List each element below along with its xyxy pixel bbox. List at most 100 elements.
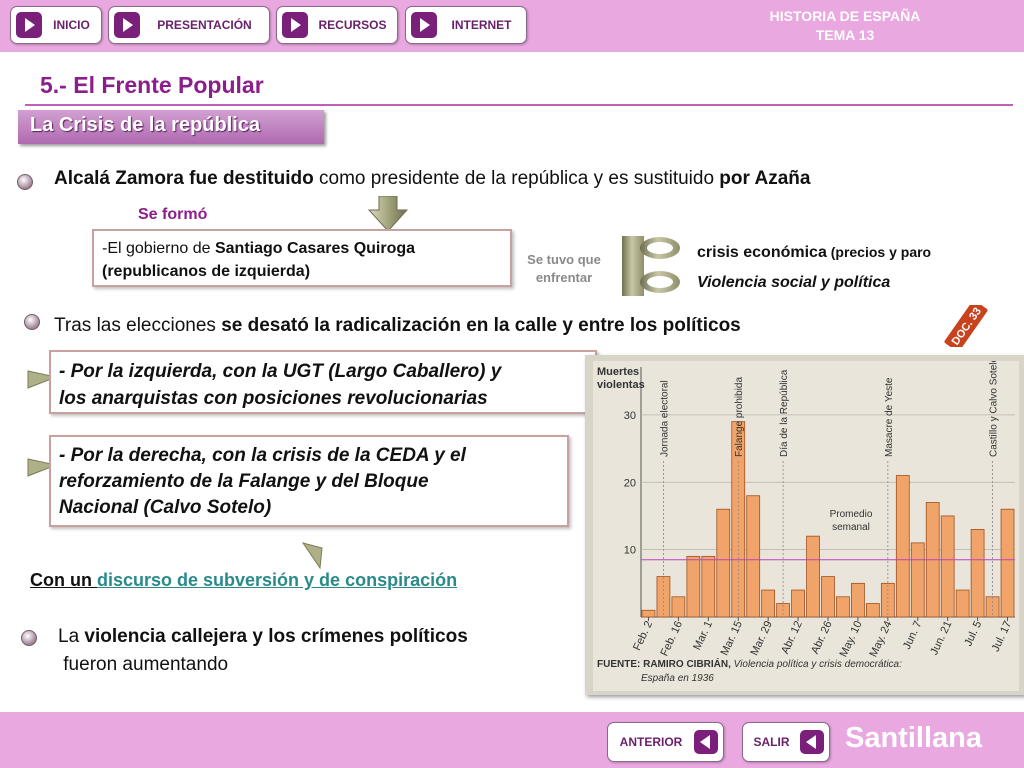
bar bbox=[701, 555, 716, 618]
event-label: Día de la República bbox=[779, 369, 790, 457]
bar bbox=[821, 576, 835, 618]
bar bbox=[970, 529, 985, 618]
x-tick-label: May. 24 bbox=[867, 619, 894, 659]
point-elecciones: Tras las elecciones se desató la radical… bbox=[54, 315, 741, 337]
page-title: 5.- El Frente Popular bbox=[40, 72, 264, 98]
crisis-economica: crisis económica (precios y paro bbox=[697, 244, 931, 262]
bar bbox=[641, 609, 656, 618]
bar bbox=[940, 515, 955, 618]
x-tick-label: Jul. 5 bbox=[962, 619, 984, 648]
y-axis-label: Muertes bbox=[597, 366, 639, 378]
bar bbox=[671, 596, 686, 618]
back-arrow-icon bbox=[800, 730, 824, 754]
bar bbox=[851, 582, 865, 618]
crisis-b1: crisis económica bbox=[697, 244, 827, 261]
point-elecciones-t2: en la calle y entre los políticos bbox=[460, 315, 741, 336]
se-tuvo-label: Se tuvo que enfrentar bbox=[512, 251, 616, 287]
gobierno-b1: Santiago Casares Quiroga bbox=[214, 240, 416, 257]
down-triangle-icon bbox=[301, 542, 323, 570]
x-tick-label: Mar. 1 bbox=[691, 619, 715, 652]
doc-tag: DOC. 33 bbox=[944, 305, 988, 347]
violence-chart: 10 20 30 Muertesviolentas Promedio semanal Jor… bbox=[597, 361, 1015, 684]
y-axis-label: violentas bbox=[597, 379, 645, 391]
event-label: Masacre de Yeste bbox=[884, 377, 895, 457]
x-tick-label: Feb. 16 bbox=[658, 619, 685, 658]
point-alcala-b2: por Azaña bbox=[719, 168, 811, 189]
back-arrow-icon bbox=[694, 730, 718, 754]
play-arrow-icon bbox=[114, 12, 140, 38]
recursos-label: RECURSOS bbox=[318, 18, 387, 32]
bar bbox=[791, 589, 805, 618]
bullet-icon bbox=[24, 314, 40, 330]
event-label: Castillo y Calvo Sotelo asesinados bbox=[989, 361, 1000, 457]
x-tick-label: May. 10 bbox=[838, 619, 865, 659]
x-tick-label: Jul. 17 bbox=[990, 619, 1015, 653]
discurso-line: Con un discurso de subversión y de consp… bbox=[30, 570, 457, 591]
play-arrow-icon bbox=[411, 12, 437, 38]
average-label: Promedio bbox=[830, 509, 873, 520]
x-tick-label: Abr. 26 bbox=[809, 619, 835, 656]
bullet-icon bbox=[21, 630, 37, 646]
event-label: Falange prohibida bbox=[734, 377, 745, 457]
izquierda-line1: - Por la izquierda, con la UGT (Largo Ca… bbox=[59, 361, 502, 382]
down-arrow-icon bbox=[368, 196, 408, 232]
internet-label: INTERNET bbox=[451, 18, 512, 32]
x-tick-label: Mar. 29 bbox=[748, 619, 774, 657]
x-tick-label: Mar. 15 bbox=[719, 619, 745, 657]
bar bbox=[1000, 508, 1015, 618]
bar bbox=[895, 475, 910, 618]
x-tick-label: Jun. 7 bbox=[901, 619, 925, 651]
gobierno-line2: (republicanos de izquierda) bbox=[102, 263, 311, 280]
bar bbox=[880, 582, 895, 618]
anterior-button[interactable]: ANTERIOR bbox=[607, 722, 724, 762]
play-arrow-icon bbox=[282, 12, 308, 38]
average-label: semanal bbox=[832, 522, 870, 533]
event-label: Jornada electoral bbox=[659, 380, 670, 457]
bar bbox=[686, 555, 701, 618]
bar bbox=[761, 589, 776, 618]
discurso-t1: Con un bbox=[30, 570, 97, 590]
brand-logo: Santillana bbox=[845, 722, 982, 754]
source-title: Violencia política y crisis democrática: bbox=[734, 659, 902, 670]
inicio-label: INICIO bbox=[53, 18, 90, 32]
bullet-icon bbox=[17, 174, 33, 190]
bar bbox=[910, 542, 925, 618]
point-alcala-b1: Alcalá Zamora fue destituido bbox=[54, 168, 314, 189]
gobierno-t1: -El gobierno de bbox=[102, 240, 215, 257]
salir-label: SALIR bbox=[753, 735, 790, 749]
point-elecciones-b1: se desató la radicalización bbox=[221, 315, 461, 336]
derecha-line1: - Por la derecha, con la crisis de la CE… bbox=[59, 445, 466, 466]
derecha-line2: reforzamiento de la Falange y del Bloque bbox=[59, 471, 429, 492]
presentacion-button[interactable]: PRESENTACIÓN bbox=[108, 6, 270, 44]
header-line1: HISTORIA DE ESPAÑA bbox=[769, 8, 921, 24]
bar bbox=[865, 603, 880, 618]
point-violencia: La violencia callejera y los crímenes po… bbox=[58, 626, 468, 648]
discurso-link[interactable]: discurso de subversión y de conspiración bbox=[97, 570, 457, 590]
izquierda-box: - Por la izquierda, con la UGT (Largo Ca… bbox=[49, 350, 597, 414]
inicio-button[interactable]: INICIO bbox=[10, 6, 102, 44]
header-title: HISTORIA DE ESPAÑA TEMA 13 bbox=[740, 7, 950, 45]
play-arrow-icon bbox=[16, 12, 42, 38]
x-tick-label: Abr. 12 bbox=[779, 619, 805, 656]
section-subtitle: La Crisis de la república bbox=[18, 110, 324, 144]
y-tick-label: 20 bbox=[624, 477, 636, 489]
title-divider bbox=[25, 104, 1013, 106]
derecha-box: - Por la derecha, con la crisis de la CE… bbox=[49, 435, 569, 527]
crisis-small: (precios y paro bbox=[826, 244, 932, 260]
point-violencia-t1: La bbox=[58, 626, 85, 647]
bar bbox=[955, 589, 970, 618]
se-tuvo-line2: enfrentar bbox=[535, 270, 593, 285]
y-tick-label: 10 bbox=[624, 545, 636, 557]
point-alcala-t1: como presidente de la república y es sus… bbox=[313, 168, 720, 189]
bar bbox=[836, 596, 850, 618]
bar bbox=[716, 508, 731, 618]
point-violencia-line2: fueron aumentando bbox=[58, 654, 229, 675]
x-tick-label: Feb. 2 bbox=[631, 619, 655, 652]
internet-button[interactable]: INTERNET bbox=[405, 6, 527, 44]
salir-button[interactable]: SALIR bbox=[742, 722, 830, 762]
point-violencia-b1: violencia callejera y los crímenes polít… bbox=[84, 626, 468, 647]
izquierda-line2: los anarquistas con posiciones revolucio… bbox=[59, 388, 488, 409]
se-formo-label: Se formó bbox=[138, 206, 208, 223]
header-line2: TEMA 13 bbox=[815, 27, 875, 43]
recursos-button[interactable]: RECURSOS bbox=[276, 6, 398, 44]
